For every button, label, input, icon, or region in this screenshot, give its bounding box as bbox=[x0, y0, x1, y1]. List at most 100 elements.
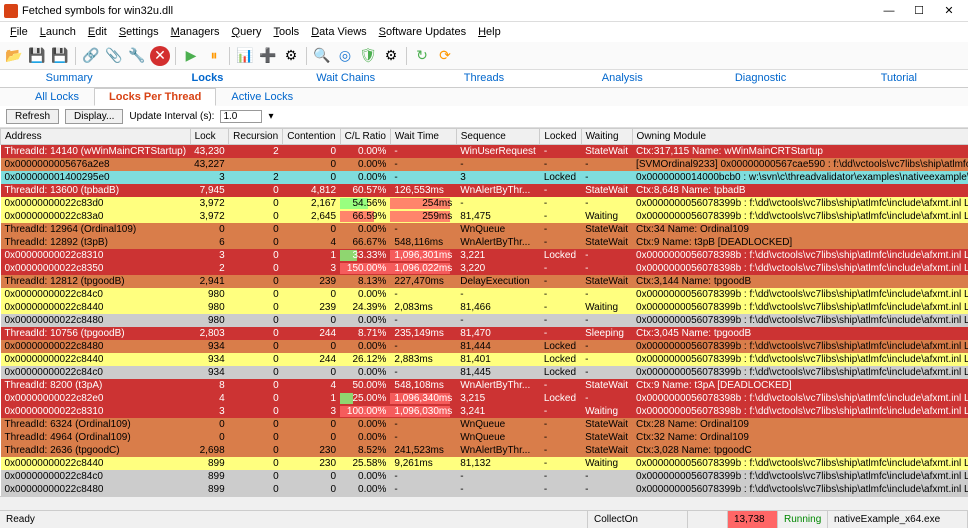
tab-summary[interactable]: Summary bbox=[0, 70, 138, 87]
table-row[interactable]: 0x00000000022c83d03,97202,16754.56%254ms… bbox=[1, 197, 968, 210]
col-sequence[interactable]: Sequence bbox=[456, 129, 540, 145]
minimize-button[interactable]: — bbox=[874, 1, 904, 21]
sub-tabs: All LocksLocks Per ThreadActive Locks bbox=[0, 88, 968, 106]
menu-launch[interactable]: Launch bbox=[34, 26, 82, 38]
cell-rec: 0 bbox=[229, 314, 283, 327]
shield-icon[interactable]: 🛡 bbox=[358, 46, 378, 66]
save-icon[interactable]: 💾 bbox=[27, 46, 47, 66]
table-row[interactable]: 0x00000000022c8440934024426.12%2,883ms81… bbox=[1, 353, 968, 366]
table-row[interactable]: 0x00000000022c8480899000.00%----0x000000… bbox=[1, 483, 968, 496]
col-waiting[interactable]: Waiting bbox=[581, 129, 632, 145]
close-button[interactable]: ✕ bbox=[934, 1, 964, 21]
display-button[interactable]: Display... bbox=[65, 109, 123, 124]
tab-diagnostic[interactable]: Diagnostic bbox=[691, 70, 829, 87]
cell-wtg: StateWait bbox=[581, 145, 632, 159]
subtab-all-locks[interactable]: All Locks bbox=[20, 88, 94, 106]
data-grid[interactable]: AddressLockRecursionContentionC/L RatioW… bbox=[0, 128, 968, 496]
collect-on-icon[interactable]: 📊 bbox=[235, 46, 255, 66]
table-row[interactable]: ThreadId: 13600 (tpbadB)7,94504,81260.57… bbox=[1, 184, 968, 197]
col-locked[interactable]: Locked bbox=[540, 129, 581, 145]
cell-addr: 0x0000000005676a2e8 bbox=[1, 158, 191, 171]
cell-lk: - bbox=[540, 444, 581, 457]
cell-wtg: - bbox=[581, 249, 632, 262]
col-waittime[interactable]: Wait Time bbox=[390, 129, 456, 145]
gear-icon[interactable]: ⚙ bbox=[381, 46, 401, 66]
target-icon[interactable]: ◎ bbox=[335, 46, 355, 66]
play-icon[interactable]: ▶ bbox=[181, 46, 201, 66]
cell-wt: 235,149ms bbox=[390, 327, 456, 340]
menu-edit[interactable]: Edit bbox=[82, 26, 113, 38]
table-row[interactable]: 0x0000000005676a2e843,22700.00%----[SVMO… bbox=[1, 158, 968, 171]
table-row[interactable]: 0x00000000022c82e040125.00%1,096,340ms3,… bbox=[1, 392, 968, 405]
table-row[interactable]: ThreadId: 10756 (tpgoodB)2,80302448.71%2… bbox=[1, 327, 968, 340]
pause-icon[interactable]: ⏸ bbox=[204, 46, 224, 66]
dropdown-icon[interactable]: ▾ bbox=[268, 111, 273, 122]
tab-tutorial[interactable]: Tutorial bbox=[830, 70, 968, 87]
table-row[interactable]: 0x00000000022c8310303100.00%1,096,030ms3… bbox=[1, 405, 968, 418]
col-owningmodule[interactable]: Owning Module bbox=[632, 129, 968, 145]
table-row[interactable]: ThreadId: 8200 (t3pA)80450.00%548,108msW… bbox=[1, 379, 968, 392]
subtab-locks-per-thread[interactable]: Locks Per Thread bbox=[94, 88, 216, 106]
filter-icon[interactable]: ⚙ bbox=[281, 46, 301, 66]
tab-wait chains[interactable]: Wait Chains bbox=[277, 70, 415, 87]
table-row[interactable]: ThreadId: 12892 (t3pB)60466.67%548,116ms… bbox=[1, 236, 968, 249]
tab-locks[interactable]: Locks bbox=[138, 70, 276, 87]
cell-lk: - bbox=[540, 301, 581, 314]
horizontal-scrollbar[interactable] bbox=[0, 496, 968, 510]
wrench-icon[interactable]: 🔧 bbox=[127, 46, 147, 66]
menu-managers[interactable]: Managers bbox=[165, 26, 226, 38]
col-lock[interactable]: Lock bbox=[190, 129, 229, 145]
table-row[interactable]: 0x00000000022c84c0899000.00%----0x000000… bbox=[1, 470, 968, 483]
table-row[interactable]: 0x00000000022c84c0980000.00%----0x000000… bbox=[1, 288, 968, 301]
interval-input[interactable] bbox=[220, 110, 262, 123]
col-address[interactable]: Address bbox=[1, 129, 191, 145]
menu-tools[interactable]: Tools bbox=[268, 26, 306, 38]
attach-icon[interactable]: 📎 bbox=[104, 46, 124, 66]
controls-bar: Refresh Display... Update Interval (s): … bbox=[0, 106, 968, 128]
cell-wtg: Sleeping bbox=[581, 327, 632, 340]
close-red-icon[interactable]: ✕ bbox=[150, 46, 170, 66]
open-icon[interactable]: 📂 bbox=[4, 46, 24, 66]
menu-software-updates[interactable]: Software Updates bbox=[373, 26, 472, 38]
col-clratio[interactable]: C/L Ratio bbox=[340, 129, 390, 145]
tab-threads[interactable]: Threads bbox=[415, 70, 553, 87]
table-row[interactable]: ThreadId: 2636 (tpgoodC)2,69802308.52%24… bbox=[1, 444, 968, 457]
menu-settings[interactable]: Settings bbox=[113, 26, 165, 38]
col-recursion[interactable]: Recursion bbox=[229, 129, 283, 145]
menu-query[interactable]: Query bbox=[226, 26, 268, 38]
table-row[interactable]: 0x00000000022c8440899023025.58%9,261ms81… bbox=[1, 457, 968, 470]
table-row[interactable]: 0x000000001400295e03200.00%-3Locked-0x00… bbox=[1, 171, 968, 184]
refresh-button[interactable]: Refresh bbox=[6, 109, 59, 124]
table-row[interactable]: 0x00000000022c84c0934000.00%-81,445Locke… bbox=[1, 366, 968, 379]
cell-lk: Locked bbox=[540, 353, 581, 366]
refresh-icon[interactable]: ↻ bbox=[412, 46, 432, 66]
cell-ratio: 100.00% bbox=[340, 405, 390, 418]
table-row[interactable]: ThreadId: 12964 (Ordinal109)0000.00%-WnQ… bbox=[1, 223, 968, 236]
table-row[interactable]: 0x00000000022c8480980000.00%----0x000000… bbox=[1, 314, 968, 327]
cell-own: 0x0000000056078399b : f:\dd\vctools\vc7l… bbox=[632, 210, 968, 223]
link-icon[interactable]: 🔗 bbox=[81, 46, 101, 66]
collect-add-icon[interactable]: ➕ bbox=[258, 46, 278, 66]
table-row[interactable]: 0x00000000022c8440980023924.39%2,083ms81… bbox=[1, 301, 968, 314]
subtab-active-locks[interactable]: Active Locks bbox=[216, 88, 308, 106]
table-row[interactable]: 0x00000000022c8350203150.00%1,096,022ms3… bbox=[1, 262, 968, 275]
menu-file[interactable]: File bbox=[4, 26, 34, 38]
save-as-icon[interactable]: 💾 bbox=[50, 46, 70, 66]
col-contention[interactable]: Contention bbox=[283, 129, 340, 145]
cycle-icon[interactable]: ⟳ bbox=[435, 46, 455, 66]
cell-lock: 899 bbox=[190, 470, 229, 483]
table-row[interactable]: ThreadId: 14140 (wWinMainCRTStartup)43,2… bbox=[1, 145, 968, 159]
table-row[interactable]: ThreadId: 4964 (Ordinal109)0000.00%-WnQu… bbox=[1, 431, 968, 444]
cell-cont: 244 bbox=[283, 353, 340, 366]
table-row[interactable]: 0x00000000022c8480934000.00%-81,444Locke… bbox=[1, 340, 968, 353]
table-row[interactable]: ThreadId: 12812 (tpgoodB)2,94102398.13%2… bbox=[1, 275, 968, 288]
table-row[interactable]: 0x00000000022c83a03,97202,64566.59%259ms… bbox=[1, 210, 968, 223]
table-row[interactable]: ThreadId: 6324 (Ordinal109)0000.00%-WnQu… bbox=[1, 418, 968, 431]
menu-data-views[interactable]: Data Views bbox=[305, 26, 372, 38]
cell-addr: ThreadId: 6324 (Ordinal109) bbox=[1, 418, 191, 431]
maximize-button[interactable]: ☐ bbox=[904, 1, 934, 21]
tab-analysis[interactable]: Analysis bbox=[553, 70, 691, 87]
menu-help[interactable]: Help bbox=[472, 26, 507, 38]
search-icon[interactable]: 🔍 bbox=[312, 46, 332, 66]
table-row[interactable]: 0x00000000022c831030133.33%1,096,301ms3,… bbox=[1, 249, 968, 262]
